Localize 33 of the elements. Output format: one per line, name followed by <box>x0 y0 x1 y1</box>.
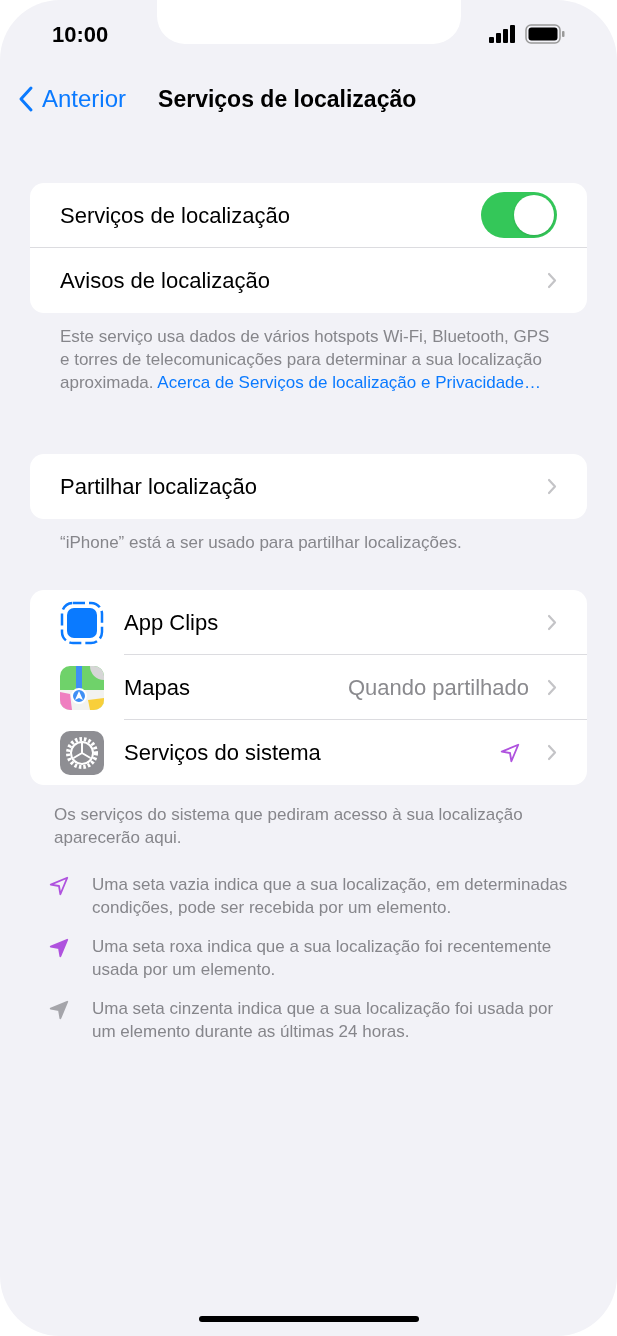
gear-icon <box>60 730 104 775</box>
row-label[interactable]: Avisos de localização <box>60 264 547 297</box>
page-title: Serviços de localização <box>158 84 417 114</box>
chevron-icon <box>547 678 557 696</box>
chevron-icon <box>547 613 557 631</box>
battery-icon <box>525 24 565 44</box>
location-arrow-icon <box>499 741 521 764</box>
row-label[interactable]: Serviços de localização <box>60 198 481 232</box>
location-arrow-icon <box>48 999 70 1021</box>
location-arrow-icon <box>48 937 70 959</box>
app-clips-icon <box>60 600 104 645</box>
back-chevron-icon <box>18 85 34 113</box>
chevron-icon <box>547 272 557 289</box>
back-button[interactable]: Anterior <box>18 81 127 117</box>
legend-text: Uma seta vazia indica que a sua localização, em determinadas condições, pode ser recebida por um elemento. <box>92 874 569 919</box>
row-value: Quando partilhado <box>347 673 529 702</box>
status-time: 10:00 <box>52 20 109 49</box>
footer-text: Os serviços do sistema que pediram acesso à sua localização aparecerão aqui. <box>54 804 524 849</box>
privacy-link[interactable]: Acerca de Serviços de localização e Privacidade… <box>157 373 541 392</box>
location-arrow-icon <box>48 875 70 897</box>
row-label[interactable]: App Clips <box>124 605 547 639</box>
chevron-icon <box>547 478 557 495</box>
footer-text: “iPhone” está a ser usado para partilhar localizações. <box>60 532 463 554</box>
legend-text: Uma seta roxa indica que a sua localização foi recentemente usada por um elemento. <box>92 936 553 981</box>
footer-text: Este serviço usa dados de vários hotspots Wi‑Fi, Bluetooth, GPS e torres de telecomunicações para determinar a sua localização aproximada. Acerca de Serviços de localização e Privacidade… <box>60 326 551 394</box>
row-label[interactable]: Partilhar localização <box>60 470 547 503</box>
row-label[interactable]: Mapas <box>124 670 348 704</box>
row-label[interactable]: Serviços do sistema <box>124 736 499 769</box>
legend-text: Uma seta cinzenta indica que a sua localização foi usada por um elemento durante as últimas 24 horas. <box>92 998 555 1043</box>
maps-app-icon <box>60 665 104 710</box>
toggle-switch[interactable] <box>481 192 557 238</box>
signal-icon <box>489 25 517 43</box>
chevron-icon <box>547 744 557 761</box>
